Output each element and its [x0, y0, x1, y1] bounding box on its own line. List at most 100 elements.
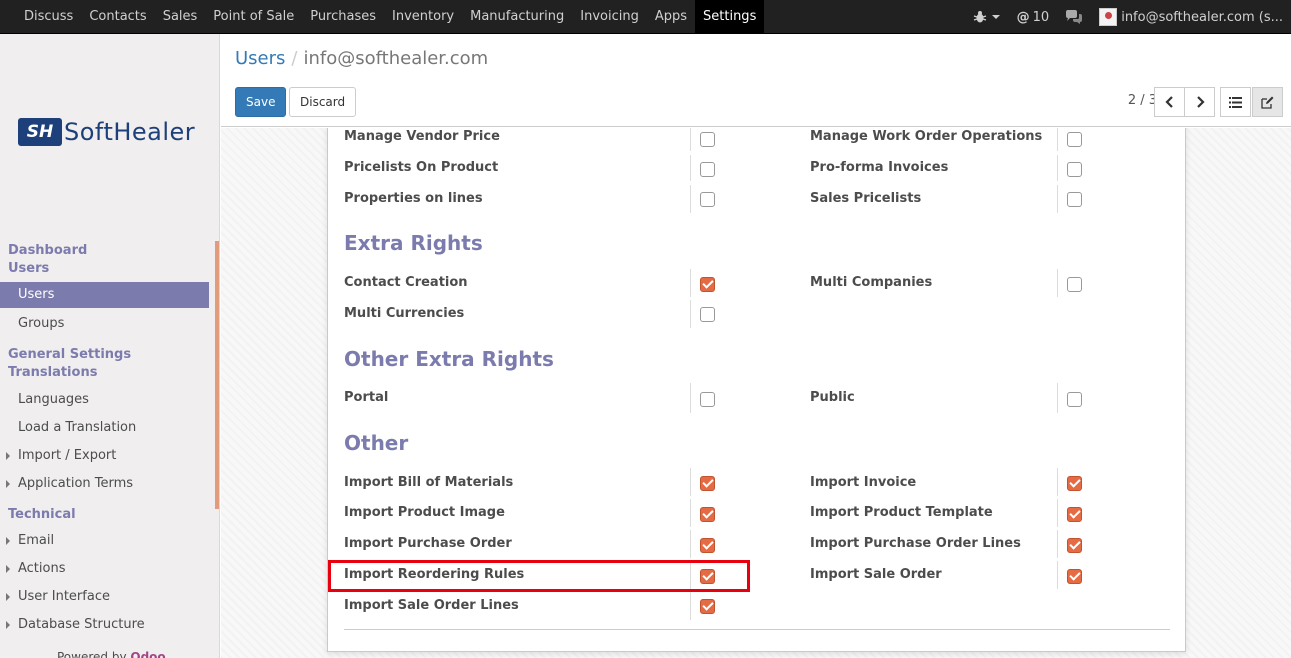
checkbox-import-sale-order-lines[interactable]	[700, 599, 715, 614]
pager-value[interactable]: 2 / 3	[1128, 93, 1157, 108]
field-separator	[1057, 185, 1058, 213]
label-import-invoice: Import Invoice	[810, 475, 917, 490]
menu-settings[interactable]: Settings	[695, 0, 765, 34]
label-multi-currencies: Multi Currencies	[344, 306, 465, 321]
form-divider	[344, 629, 1170, 630]
label-public: Public	[810, 390, 855, 405]
checkbox-import-sale-order[interactable]	[1067, 569, 1082, 584]
menu-purchases[interactable]: Purchases	[302, 0, 384, 34]
field-separator	[690, 468, 691, 496]
odoo-link[interactable]: Odoo	[130, 650, 165, 658]
sidebar-item-actions[interactable]: Actions	[0, 556, 209, 582]
checkbox-multi-currencies[interactable]	[700, 307, 715, 322]
at-icon: @	[1016, 9, 1030, 25]
checkbox-import-product-image[interactable]	[700, 507, 715, 522]
user-menu[interactable]: info@softhealer.com (s...	[1091, 0, 1291, 34]
label-import-product-template: Import Product Template	[810, 505, 993, 520]
menu-sales[interactable]: Sales	[155, 0, 206, 34]
form-view-button[interactable]	[1252, 87, 1283, 117]
checkbox-import-invoice[interactable]	[1067, 476, 1082, 491]
powered-by-label: Powered by	[57, 650, 127, 658]
section-title-other-extra-rights: Other Extra Rights	[344, 347, 554, 371]
field-separator	[1057, 128, 1058, 151]
checkbox-manage-vendor-price[interactable]	[700, 132, 715, 147]
mentions-counter[interactable]: @ 10	[1009, 0, 1058, 34]
control-panel: Users / info@softhealer.com Save Discard 2…	[221, 34, 1291, 127]
sidebar-item-user-interface[interactable]: User Interface	[0, 584, 209, 610]
checkbox-import-product-template[interactable]	[1067, 507, 1082, 522]
menu-inventory[interactable]: Inventory	[384, 0, 462, 34]
checkbox-portal[interactable]	[700, 392, 715, 407]
label-sales-pricelists: Sales Pricelists	[810, 191, 922, 206]
label-import-product-image: Import Product Image	[344, 505, 505, 520]
checkbox-import-purchase-order[interactable]	[700, 538, 715, 553]
checkbox-manage-work-order-operations[interactable]	[1067, 132, 1082, 147]
field-separator	[1057, 561, 1058, 589]
sidebar-section-general-settings[interactable]: General Settings	[8, 346, 131, 364]
powered-by: Powered by Odoo	[57, 650, 166, 658]
caret-down-icon	[991, 15, 1000, 19]
sidebar-section-dashboard[interactable]: Dashboard	[8, 242, 87, 260]
field-separator	[1057, 530, 1058, 558]
sidebar-item-application-terms[interactable]: Application Terms	[0, 471, 209, 497]
field-separator	[690, 499, 691, 527]
pager-next-button[interactable]	[1184, 87, 1215, 117]
pager-previous-button[interactable]	[1154, 87, 1185, 117]
field-separator	[690, 592, 691, 620]
discard-button[interactable]: Discard	[289, 87, 357, 117]
checkbox-import-bill-of-materials[interactable]	[700, 476, 715, 491]
label-properties-on-lines: Properties on lines	[344, 191, 483, 206]
menu-manufacturing[interactable]: Manufacturing	[462, 0, 572, 34]
label-multi-companies: Multi Companies	[810, 275, 933, 290]
sidebar-item-email[interactable]: Email	[0, 528, 209, 554]
label-import-purchase-order: Import Purchase Order	[344, 536, 512, 551]
save-button[interactable]: Save	[235, 87, 287, 117]
sidebar-item-groups[interactable]: Groups	[0, 311, 209, 337]
checkbox-properties-on-lines[interactable]	[700, 192, 715, 207]
sidebar-item-users[interactable]: Users	[0, 282, 209, 308]
sidebar-item-languages[interactable]: Languages	[0, 387, 209, 413]
sidebar-section-technical[interactable]: Technical	[8, 506, 76, 524]
sidebar-scrollbar[interactable]	[215, 241, 219, 509]
field-separator	[1057, 155, 1058, 181]
highlight-box	[328, 560, 750, 592]
label-pro-forma-invoices: Pro-forma Invoices	[810, 160, 949, 175]
messaging-menu[interactable]	[1057, 0, 1091, 34]
chevron-right-icon	[1196, 96, 1205, 108]
label-portal: Portal	[344, 390, 389, 405]
checkbox-contact-creation[interactable]	[700, 277, 715, 292]
menu-point-of-sale[interactable]: Point of Sale	[205, 0, 302, 34]
list-icon	[1229, 96, 1242, 108]
menu-contacts[interactable]: Contacts	[81, 0, 154, 34]
breadcrumb: Users / info@softhealer.com	[235, 48, 488, 69]
list-view-button[interactable]	[1220, 87, 1251, 117]
mentions-count: 10	[1032, 9, 1050, 25]
checkbox-import-purchase-order-lines[interactable]	[1067, 538, 1082, 553]
sidebar-item-load-translation[interactable]: Load a Translation	[0, 415, 209, 441]
sidebar: SH SoftHealer Dashboard Users Users Grou…	[0, 34, 220, 658]
checkbox-multi-companies[interactable]	[1067, 277, 1082, 292]
field-separator	[1057, 468, 1058, 496]
chevron-left-icon	[1164, 96, 1173, 108]
checkbox-public[interactable]	[1067, 392, 1082, 407]
label-import-purchase-order-lines: Import Purchase Order Lines	[810, 536, 1021, 551]
sidebar-section-users[interactable]: Users	[8, 260, 49, 278]
menu-apps[interactable]: Apps	[647, 0, 695, 34]
company-logo: SH SoftHealer	[18, 118, 195, 146]
sidebar-section-translations[interactable]: Translations	[8, 364, 97, 382]
field-separator	[690, 383, 691, 413]
checkbox-pro-forma-invoices[interactable]	[1067, 162, 1082, 177]
systray: @ 10 info@softhealer.com (s...	[965, 0, 1291, 34]
checkbox-pricelists-on-product[interactable]	[700, 162, 715, 177]
field-separator	[690, 300, 691, 328]
checkbox-sales-pricelists[interactable]	[1067, 192, 1082, 207]
logo-mark: SH	[18, 118, 62, 146]
sidebar-item-database-structure[interactable]: Database Structure	[0, 612, 209, 638]
menu-discuss[interactable]: Discuss	[16, 0, 81, 34]
debug-menu[interactable]	[965, 0, 1009, 34]
label-pricelists-on-product: Pricelists On Product	[344, 160, 499, 175]
sidebar-item-import-export[interactable]: Import / Export	[0, 443, 209, 469]
menu-invoicing[interactable]: Invoicing	[572, 0, 647, 34]
breadcrumb-users-link[interactable]: Users	[235, 48, 285, 69]
logo-text: SoftHealer	[64, 118, 196, 146]
